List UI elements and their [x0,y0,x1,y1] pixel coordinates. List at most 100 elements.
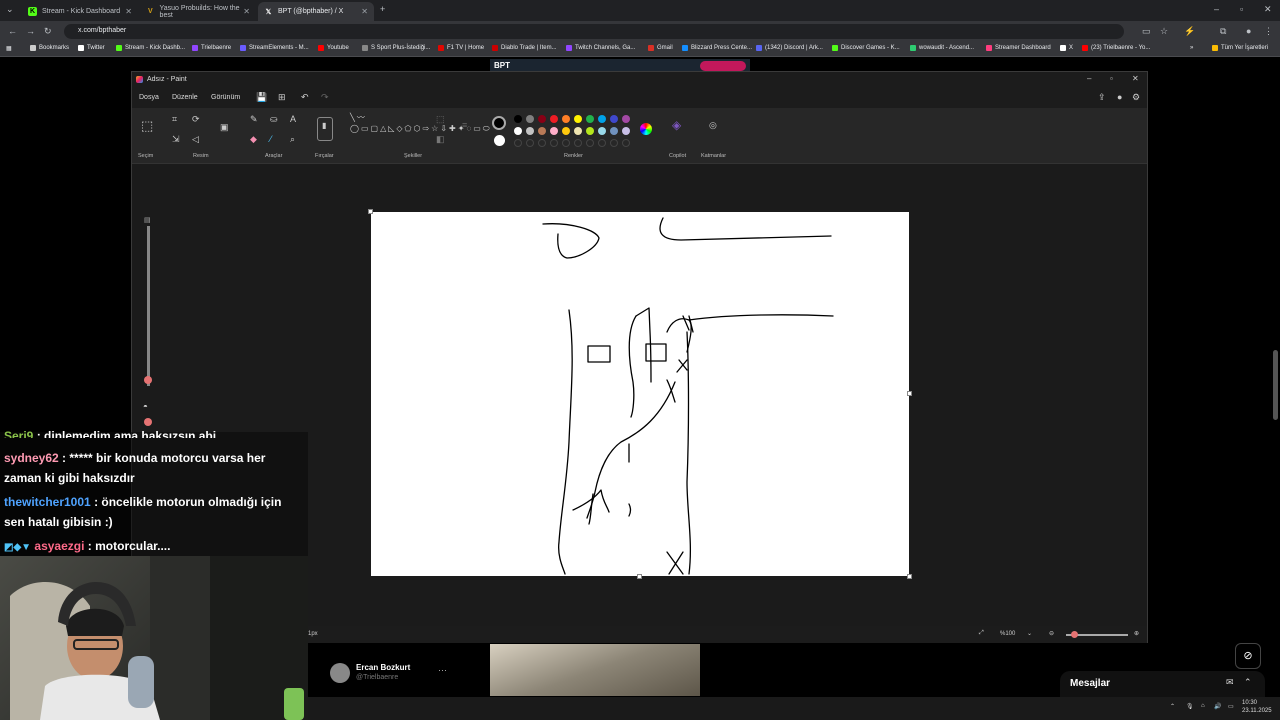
zoom-out-icon[interactable]: ⊖ [1049,630,1054,637]
color-picker-icon[interactable]: ⁄ [270,134,272,144]
network-icon[interactable]: ⌂ [1201,703,1205,709]
color-swatch[interactable] [538,115,546,123]
color-swatch[interactable] [622,115,630,123]
zoom-in-icon[interactable]: ⊕ [1134,630,1139,637]
tray-overflow-icon[interactable]: ⌃ [1170,703,1175,710]
bookmark-item[interactable]: Stream - Kick Dashb... [116,45,185,51]
bookmark-item[interactable]: Youtube [318,45,349,51]
flip-icon[interactable]: ◁ [192,134,199,145]
undo-icon[interactable]: ↶ [301,92,309,103]
page-scrollbar[interactable] [1273,60,1278,700]
empty-color-slot[interactable] [538,139,546,147]
outline-icon[interactable]: ⬚ [436,114,445,125]
battery-icon[interactable]: ▭ [1228,703,1234,710]
all-bookmarks[interactable]: Tüm Yer İşaretleri [1212,45,1268,51]
bookmark-item[interactable]: (1342) Discord | Ark... [756,45,823,51]
rotate-icon[interactable]: ⟳ [192,114,200,125]
bookmark-item[interactable]: F1 TV | Home [438,45,484,51]
copilot-icon[interactable]: ◈ [672,118,681,132]
bookmark-item[interactable]: StreamElements - M... [240,45,309,51]
menu-dosya[interactable]: Dosya [139,94,159,101]
color-swatch[interactable] [598,127,606,135]
eraser-icon[interactable]: ◆ [250,134,257,145]
canvas-resize-handle[interactable] [907,391,912,396]
close-icon[interactable]: ✕ [1132,74,1139,83]
color-swatch[interactable] [514,115,522,123]
share-icon[interactable]: ⇪ [1098,92,1106,103]
apps-grid-icon[interactable]: ▦ [6,45,12,52]
canvas-resize-handle[interactable] [907,574,912,579]
drawing-canvas[interactable] [371,212,909,576]
chevron-down-icon[interactable]: ⌄ [1027,630,1032,637]
empty-color-slot[interactable] [562,139,570,147]
clock-time[interactable]: 10:30 [1242,700,1257,706]
install-icon[interactable]: ▭ [1142,26,1151,37]
save-icon[interactable]: 💾 [256,92,267,103]
zoom-slider-thumb[interactable] [1071,631,1078,638]
settings-gear-icon[interactable]: ⚙ [1132,92,1140,103]
volume-icon[interactable]: 🔊 [1214,703,1221,710]
bookmark-item[interactable]: Discover Games - K... [832,45,900,51]
shape-fill-icon[interactable]: ◧ [436,134,445,145]
selection-icon[interactable]: ⬚ [141,118,153,134]
close-window-icon[interactable]: ✕ [1264,4,1272,15]
bookmark-item[interactable]: X [1060,45,1073,51]
edit-colors-icon[interactable] [640,123,652,135]
close-icon[interactable]: ✕ [243,7,250,16]
brush-size-thumb[interactable] [144,376,152,384]
close-icon[interactable]: ✕ [125,7,132,16]
maximize-icon[interactable]: ▫ [1240,4,1243,14]
empty-color-slot[interactable] [550,139,558,147]
fit-screen-icon[interactable]: ⤢ [979,630,984,637]
follow-button[interactable] [700,61,746,71]
bookmark-item[interactable]: Blizzard Press Cente... [682,45,752,51]
empty-color-slot[interactable] [574,139,582,147]
resize-icon[interactable]: ⇲ [172,134,180,145]
bookmark-item[interactable]: Gmail [648,45,673,51]
secondary-color-swatch[interactable] [494,135,505,146]
empty-color-slot[interactable] [610,139,618,147]
bookmarks-overflow-icon[interactable]: » [1190,45,1193,51]
shapes-gallery[interactable]: ╲〰◯▭▢△◺◇⬠⬡⇨☆⇩✚✦◌▭⬭ [350,112,490,134]
tab-yasuo-probuilds[interactable]: V Yasuo Probuilds: How the best ✕ [140,2,256,21]
color-swatch[interactable] [550,115,558,123]
pencil-icon[interactable]: ✎ [250,114,258,125]
minimize-icon[interactable]: – [1087,74,1091,83]
color-swatch[interactable] [586,115,594,123]
new-tab-icon[interactable]: + [380,4,385,14]
address-bar[interactable]: x.com/bpthaber [64,24,1124,39]
account-icon[interactable]: ● [1117,92,1122,102]
empty-color-slot[interactable] [514,139,522,147]
tweet-media-image[interactable] [490,644,700,696]
more-options-icon[interactable]: ⋯ [438,665,447,676]
color-swatch[interactable] [586,127,594,135]
empty-color-slot[interactable] [622,139,630,147]
redo-icon[interactable]: ↷ [321,92,329,103]
menu-kebab-icon[interactable]: ⋮ [1264,26,1273,37]
close-icon[interactable]: ✕ [361,7,368,16]
compose-message-icon[interactable]: ✉ [1226,677,1234,688]
bookmark-item[interactable]: wowaudit - Ascend... [910,45,974,51]
color-swatch[interactable] [622,127,630,135]
text-icon[interactable]: A [290,114,296,124]
bookmark-star-icon[interactable]: ☆ [1160,26,1168,37]
bookmark-item[interactable]: Diablo Trade | Item... [492,45,557,51]
brush-size-slider[interactable] [147,226,150,386]
crop-icon[interactable]: ⌗ [172,114,177,125]
size-icon[interactable]: ≡ [462,120,467,130]
empty-color-slot[interactable] [586,139,594,147]
forward-icon[interactable]: → [26,26,35,36]
back-icon[interactable]: ← [8,26,17,36]
microphone-icon[interactable]: 🎙 [1186,703,1194,710]
reload-icon[interactable]: ↻ [44,26,52,37]
color-swatch[interactable] [562,127,570,135]
color-swatch[interactable] [574,115,582,123]
menu-gorunum[interactable]: Görünüm [211,94,240,101]
magnifier-icon[interactable]: ⌕ [290,134,295,145]
brushes-button[interactable]: ▮ [317,117,333,141]
bookmark-item[interactable]: Twitch Channels, Ga... [566,45,635,51]
opacity-icon[interactable]: ◓ [143,402,148,411]
color-swatch[interactable] [550,127,558,135]
zoom-select[interactable]: %100 [1000,631,1015,637]
extension-icon[interactable]: ⚡ [1184,26,1195,37]
